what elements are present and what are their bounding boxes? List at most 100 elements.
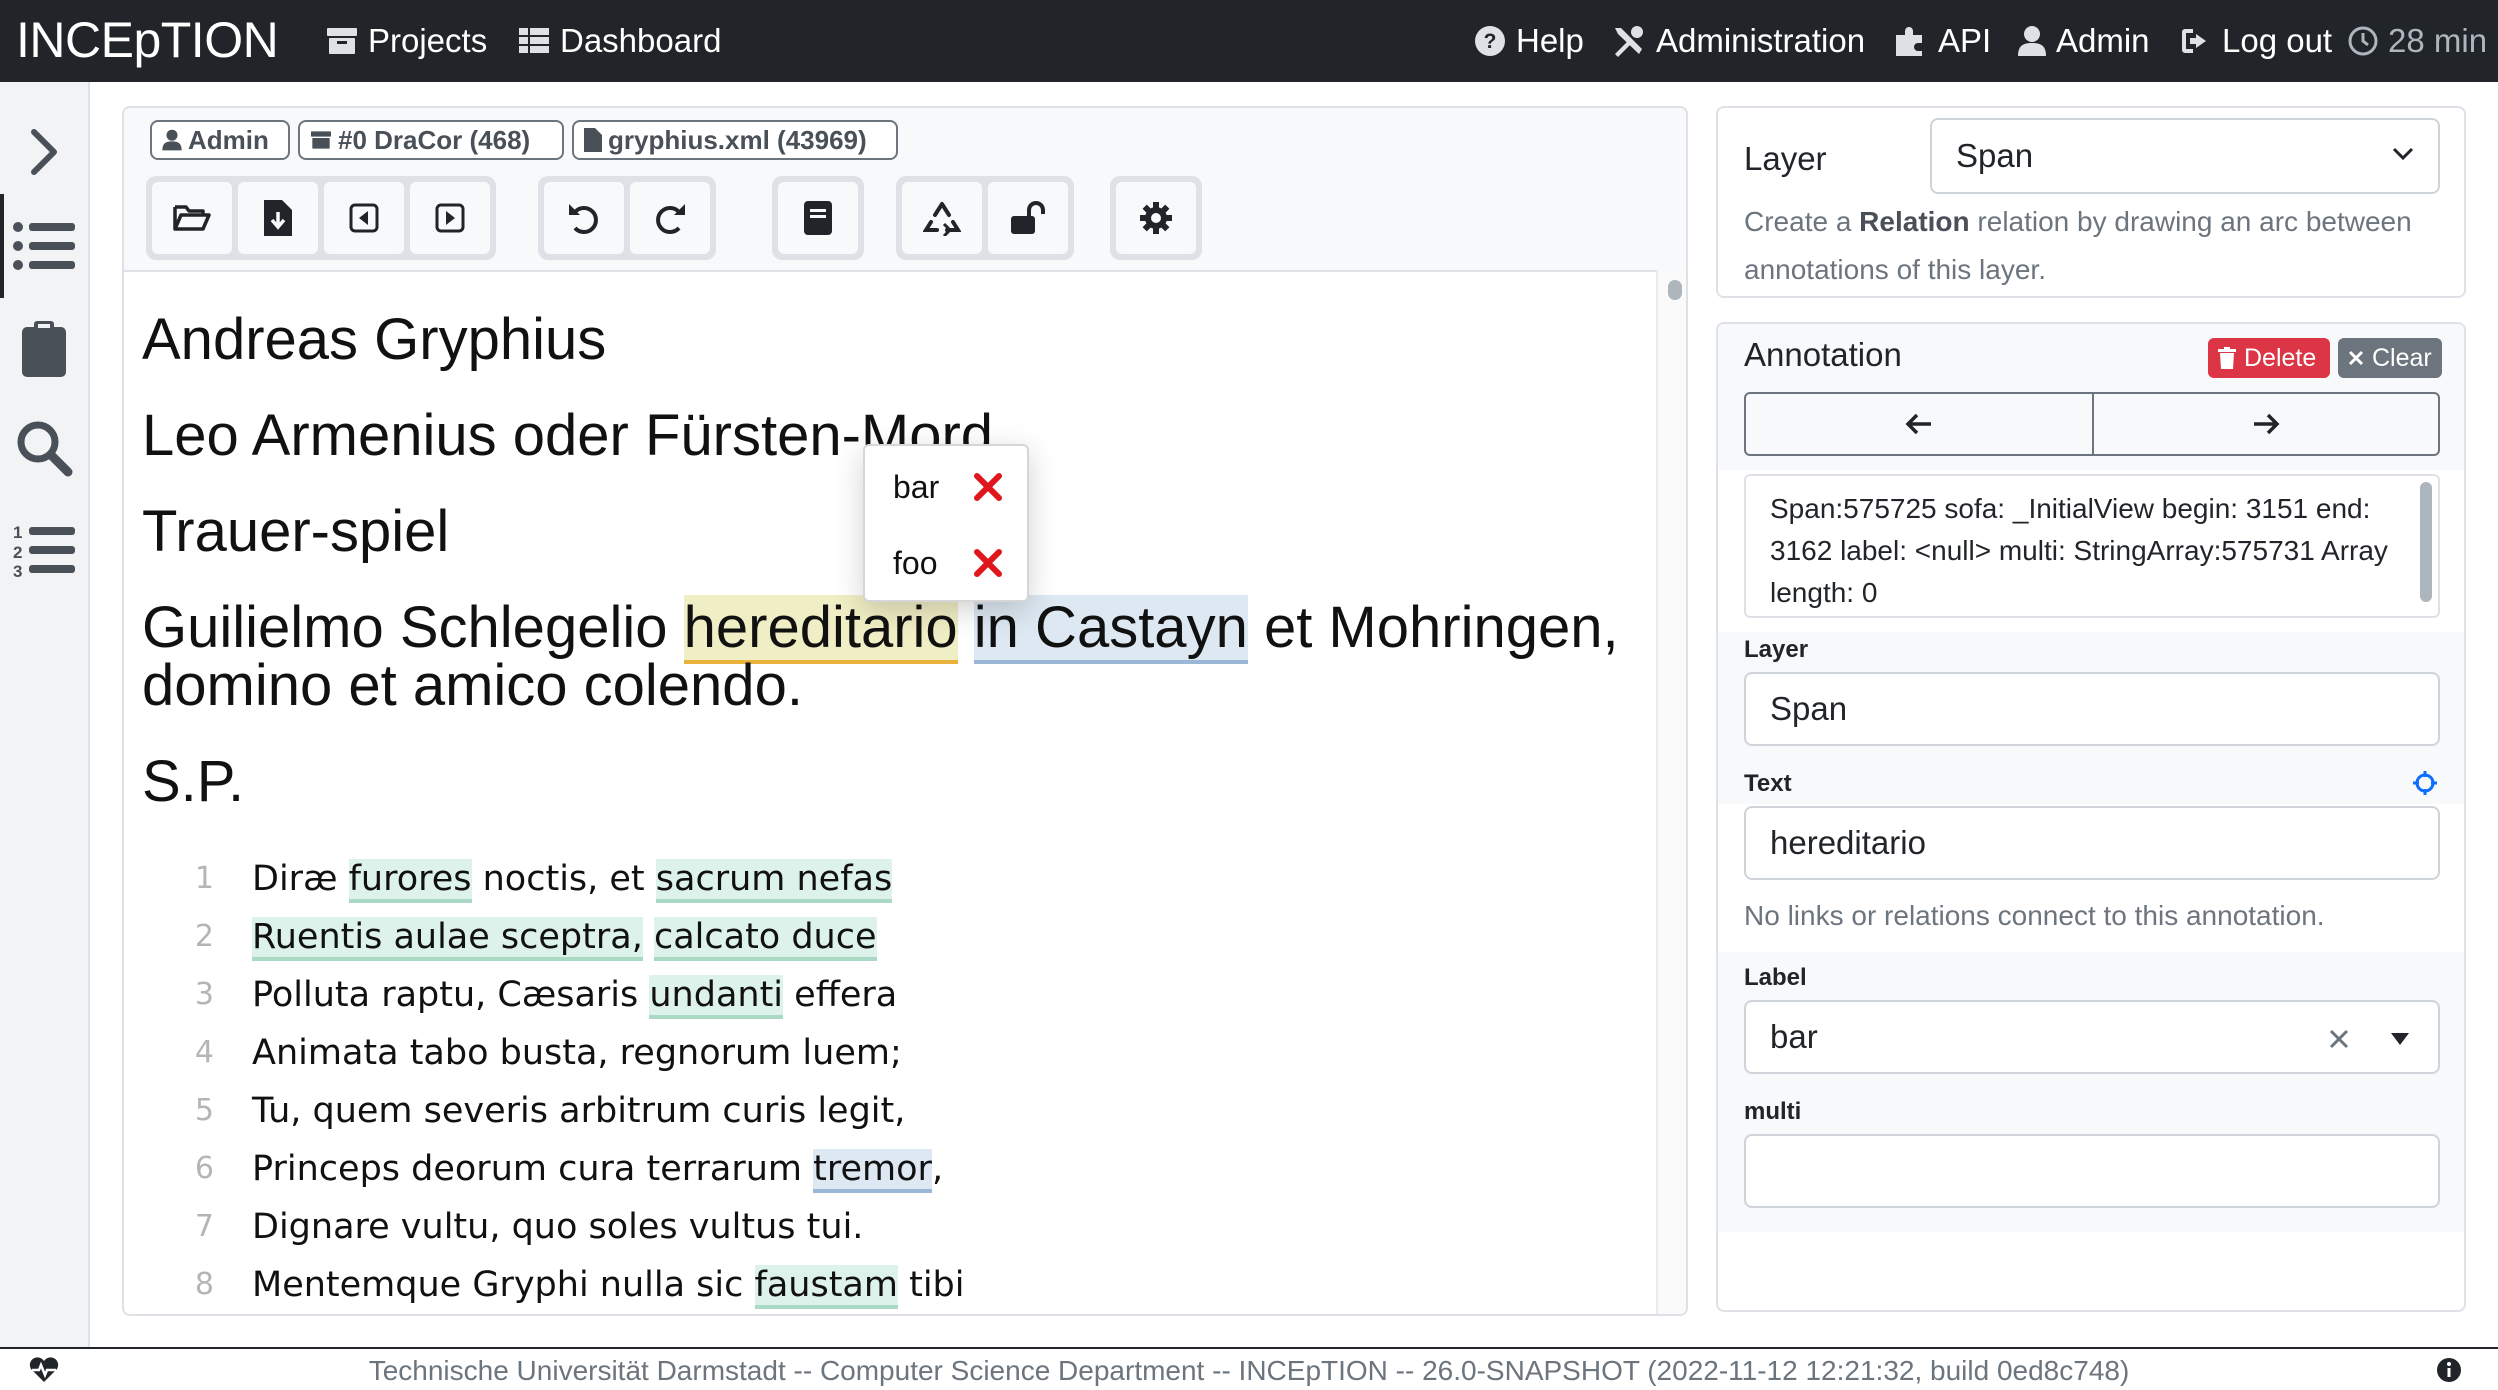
workflow-group [896,176,1074,260]
sidebar-active-indicator [0,194,4,298]
label-select[interactable]: bar [1744,1000,2440,1074]
next-document-button[interactable] [410,182,490,254]
undo-button[interactable] [544,182,624,254]
popup-item-bar[interactable]: bar [893,462,939,512]
guidelines-button[interactable] [778,182,858,254]
nav-dashboard[interactable]: Dashboard [518,20,721,62]
layer-field-input[interactable]: Span [1744,672,2440,746]
previous-annotation-button[interactable] [1746,394,2094,454]
settings-button[interactable] [1116,182,1196,254]
verse-text: Dignare vultu, quo soles vultus tui. [252,1202,863,1252]
annotation-info-text: Span:575725 sofa: _InitialView begin: 31… [1770,493,2388,608]
label-field-label: Label [1744,964,1807,991]
verse-plain-text: effera [783,975,898,1015]
reset-document-button[interactable] [902,182,982,254]
annotation-panel-title: Annotation [1744,336,1902,373]
previous-document-button[interactable] [324,182,404,254]
caret-down-icon[interactable] [2390,1032,2410,1046]
nav-logout-label: Log out [2222,22,2333,59]
nav-administration[interactable]: Administration [1612,20,1865,62]
sidebar-search-button[interactable] [12,416,76,480]
sidebar-expand-button[interactable] [12,120,76,184]
document-badge[interactable]: gryphius.xml (43969) [572,120,898,160]
redo-icon [656,204,685,234]
heading-sp: S.P. [142,749,245,814]
finish-document-button[interactable] [988,182,1068,254]
archive-icon [311,131,331,149]
document-badge-label: gryphius.xml (43969) [608,124,867,155]
close-icon[interactable] [971,546,1005,580]
layer-field-value: Span [1770,690,1848,727]
verse-plain-text: , [931,1149,944,1189]
nav-user-admin-label: Admin [2056,22,2150,59]
multi-field-label: multi [1744,1098,1802,1125]
nav-help[interactable]: ? Help [1474,20,1584,62]
export-document-button[interactable] [238,182,318,254]
span-annotation[interactable]: in Castayn [973,595,1248,664]
verse-text: Ruentis aulae sceptra, calcato duce [252,912,877,962]
span-annotation[interactable]: faustam [754,1265,898,1309]
editor-scrollbar[interactable] [1656,270,1686,1314]
project-badge[interactable]: #0 DraCor (468) [298,120,564,160]
span-annotation[interactable]: undanti [649,975,784,1019]
layer-help-bold: Relation [1859,206,1970,237]
verse-number: 3 [194,977,214,1012]
popup-item-foo[interactable]: foo [893,538,937,588]
user-badge[interactable]: Admin [150,120,290,160]
crosshair-icon[interactable] [2412,770,2438,796]
sidebar-clipboard-button[interactable] [12,316,76,380]
nav-api[interactable]: API [1894,20,1991,62]
nav-projects[interactable]: Projects [326,20,487,62]
verse-plain-text: Diræ [252,859,349,899]
arrow-left-icon [1905,413,1931,435]
info-scrollbar-thumb[interactable] [2420,482,2432,602]
text-field-input[interactable]: hereditario [1744,806,2440,880]
layer-select[interactable]: Span [1930,118,2440,194]
span-annotation[interactable]: furores [348,859,472,903]
layer-help-suffix: relation by drawing an arc between [1969,206,2412,237]
next-annotation-button[interactable] [2094,394,2438,454]
footer: Technische Universität Darmstadt -- Comp… [0,1347,2498,1390]
open-document-button[interactable] [152,182,232,254]
verse-plain-text [643,917,654,957]
app-brand[interactable]: INCEpTION [16,12,279,68]
verse-plain-text: Tu, quem severis arbitrum curis legit, [252,1091,906,1131]
span-annotation[interactable]: tremor [813,1149,932,1193]
sidebar-ordered-list-button[interactable]: 123 [12,518,76,582]
redo-button[interactable] [630,182,710,254]
delete-button[interactable]: Delete [2208,338,2330,378]
editor-scrollbar-thumb[interactable] [1668,280,1682,300]
help-circle-icon: ? [1475,26,1505,56]
clock-icon [2348,26,2378,56]
nav-logout[interactable]: Log out [2180,20,2332,62]
info-icon[interactable] [2436,1357,2462,1383]
left-sidebar: 123 [0,82,90,1347]
span-annotation[interactable]: Ruentis aulae sceptra, [252,917,643,961]
heading-dedication: Guilielmo Schlegelio hereditario in Cast… [142,595,1619,664]
svg-text:?: ? [1484,30,1497,53]
no-links-text: No links or relations connect to this an… [1744,900,2325,931]
file-icon [584,128,602,152]
clear-selection-icon[interactable] [2328,1028,2350,1050]
layer-panel-label: Layer [1744,140,1827,177]
footer-text: Technische Universität Darmstadt -- Comp… [368,1355,2130,1386]
clear-button[interactable]: Clear [2338,338,2442,378]
svg-text:1: 1 [13,523,22,542]
span-annotation[interactable]: calcato duce [653,917,877,961]
logout-icon [2182,29,2206,53]
annotation-info-box[interactable]: Span:575725 sofa: _InitialView begin: 31… [1744,474,2440,618]
user-badge-label: Admin [188,124,269,155]
nav-user-admin[interactable]: Admin [2018,20,2150,62]
popup-item-bar-label: bar [893,468,940,505]
close-icon[interactable] [971,470,1005,504]
verse-plain-text: Mentemque Gryphi nulla sic [252,1265,755,1305]
puzzle-icon [1896,27,1922,56]
heading-dedication-line2: domino et amico colendo. [142,653,803,718]
sidebar-annotation-list-button[interactable] [12,214,76,278]
verse-number: 1 [194,861,214,896]
multi-field-input[interactable] [1744,1134,2440,1208]
table-icon [519,28,549,53]
span-annotation[interactable]: sacrum nefas [655,859,893,903]
user-icon [2018,26,2046,56]
verse-number: 7 [194,1209,214,1244]
